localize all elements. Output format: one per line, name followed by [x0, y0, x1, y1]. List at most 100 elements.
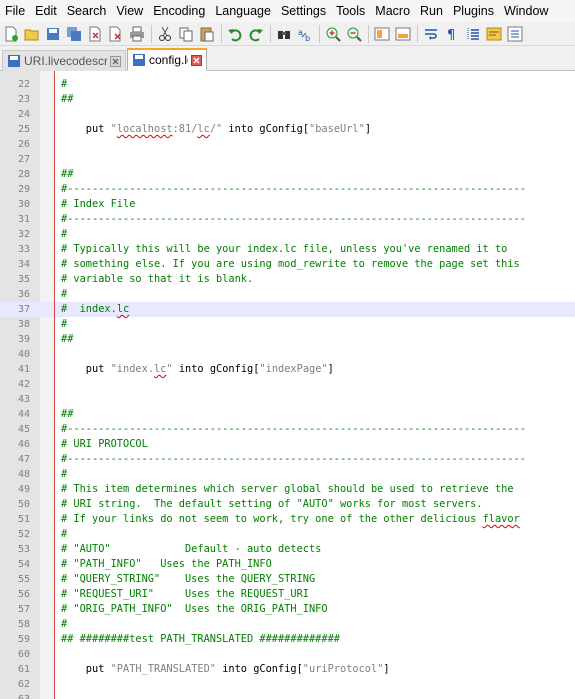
- code-line[interactable]: 22 #: [0, 77, 575, 92]
- code-line[interactable]: 52 #: [0, 527, 575, 542]
- close-tab-icon[interactable]: [110, 55, 121, 67]
- code-text: # Index File: [61, 197, 135, 212]
- menu-tools[interactable]: Tools: [331, 0, 370, 22]
- zoom-out-icon[interactable]: [345, 25, 363, 43]
- code-line[interactable]: 42: [0, 377, 575, 392]
- code-line[interactable]: 53 # "AUTO" Default - auto detects: [0, 542, 575, 557]
- replace-icon[interactable]: ab: [296, 25, 314, 43]
- indent-guide-icon[interactable]: [464, 25, 482, 43]
- menu-encoding[interactable]: Encoding: [148, 0, 210, 22]
- find-icon[interactable]: [275, 25, 293, 43]
- document-map-icon[interactable]: [485, 25, 503, 43]
- menu-window[interactable]: Window: [499, 0, 553, 22]
- menu-edit[interactable]: Edit: [30, 0, 62, 22]
- code-line[interactable]: 27: [0, 152, 575, 167]
- code-line[interactable]: 33 # Typically this will be your index.lc…: [0, 242, 575, 257]
- code-line[interactable]: 58 #: [0, 617, 575, 632]
- close-icon[interactable]: [86, 25, 104, 43]
- line-number: 36: [17, 289, 30, 300]
- code-line[interactable]: 29 #-------------------------------------…: [0, 182, 575, 197]
- code-line[interactable]: 47 #-------------------------------------…: [0, 452, 575, 467]
- code-token: #: [61, 288, 68, 300]
- menu-settings[interactable]: Settings: [276, 0, 331, 22]
- code-editor[interactable]: 22 #23 ## 24 25 put "localhost:81/lc/" into …: [0, 71, 575, 699]
- code-text: put "localhost:81/lc/" into gConfig["bas…: [61, 122, 371, 137]
- code-line[interactable]: 32 #: [0, 227, 575, 242]
- menu-search[interactable]: Search: [62, 0, 112, 22]
- code-token: # variable so that it is blank.: [61, 273, 254, 285]
- code-line[interactable]: 24: [0, 107, 575, 122]
- code-text: put "index.lc" into gConfig["indexPage"]: [61, 362, 334, 377]
- save-all-icon[interactable]: [65, 25, 83, 43]
- menu-view[interactable]: View: [111, 0, 148, 22]
- cut-icon[interactable]: [156, 25, 174, 43]
- paste-icon[interactable]: [198, 25, 216, 43]
- code-line[interactable]: 51 # If your links do not seem to work, t…: [0, 512, 575, 527]
- code-line[interactable]: 57 # "ORIG_PATH_INFO" Uses the ORIG_PATH_…: [0, 602, 575, 617]
- code-line[interactable]: 36 #: [0, 287, 575, 302]
- code-token: ##: [61, 333, 74, 345]
- code-text: # If your links do not seem to work, try…: [61, 512, 520, 527]
- tab-config-lc[interactable]: config.lc: [127, 48, 207, 71]
- code-line[interactable]: 41 put "index.lc" into gConfig["indexPag…: [0, 362, 575, 377]
- redo-icon[interactable]: [247, 25, 265, 43]
- code-line[interactable]: 26: [0, 137, 575, 152]
- code-line[interactable]: 34 # something else. If you are using mod…: [0, 257, 575, 272]
- code-line[interactable]: 61 put "PATH_TRANSLATED" into gConfig["u…: [0, 662, 575, 677]
- tab-uri-livecodescript[interactable]: URI.livecodescript: [2, 50, 126, 71]
- menu-run[interactable]: Run: [415, 0, 448, 22]
- code-line[interactable]: 30 # Index File: [0, 197, 575, 212]
- sync-vertical-icon[interactable]: [373, 25, 391, 43]
- line-number: 48: [17, 469, 30, 480]
- save-icon[interactable]: [44, 25, 62, 43]
- code-line[interactable]: 37 # index.lc: [0, 302, 575, 317]
- show-all-chars-icon[interactable]: ¶: [443, 25, 461, 43]
- undo-icon[interactable]: [226, 25, 244, 43]
- code-line[interactable]: 63: [0, 692, 575, 699]
- line-number: 40: [17, 349, 30, 360]
- menu-plugins[interactable]: Plugins: [448, 0, 499, 22]
- code-line[interactable]: 49 # This item determines which server gl…: [0, 482, 575, 497]
- toolbar-separator: [221, 24, 222, 43]
- menu-language[interactable]: Language: [210, 0, 276, 22]
- code-line[interactable]: 35 # variable so that it is blank.: [0, 272, 575, 287]
- function-list-icon[interactable]: [506, 25, 524, 43]
- copy-icon[interactable]: [177, 25, 195, 43]
- code-text: put "PATH_TRANSLATED" into gConfig["uriP…: [61, 662, 390, 677]
- code-line[interactable]: 40: [0, 347, 575, 362]
- code-line[interactable]: 50 # URI string. The default setting of "…: [0, 497, 575, 512]
- code-line[interactable]: 28 ##: [0, 167, 575, 182]
- code-line[interactable]: 48 #: [0, 467, 575, 482]
- code-line[interactable]: 62: [0, 677, 575, 692]
- menu-macro[interactable]: Macro: [370, 0, 415, 22]
- code-token: #: [61, 528, 68, 540]
- close-all-icon[interactable]: [107, 25, 125, 43]
- print-icon[interactable]: [128, 25, 146, 43]
- open-file-icon[interactable]: [23, 25, 41, 43]
- menu-file[interactable]: File: [0, 0, 30, 22]
- close-tab-icon[interactable]: [191, 54, 202, 66]
- code-token: #---------------------------------------…: [61, 213, 526, 225]
- code-text: #: [61, 317, 67, 332]
- code-line[interactable]: 60: [0, 647, 575, 662]
- toolbar-separator: [417, 24, 418, 43]
- code-line[interactable]: 43: [0, 392, 575, 407]
- code-line[interactable]: 38 #: [0, 317, 575, 332]
- word-wrap-icon[interactable]: [422, 25, 440, 43]
- new-file-icon[interactable]: [2, 25, 20, 43]
- code-line[interactable]: 44 ##: [0, 407, 575, 422]
- code-line[interactable]: 39 ##: [0, 332, 575, 347]
- code-line[interactable]: 56 # "REQUEST_URI" Uses the REQUEST_URI: [0, 587, 575, 602]
- toolbar-separator: [368, 24, 369, 43]
- code-line[interactable]: 46 # URI PROTOCOL: [0, 437, 575, 452]
- zoom-in-icon[interactable]: [324, 25, 342, 43]
- code-line[interactable]: 45 #-------------------------------------…: [0, 422, 575, 437]
- code-line[interactable]: 25 put "localhost:81/lc/" into gConfig["…: [0, 122, 575, 137]
- code-line[interactable]: 59 ## ########test PATH_TRANSLATED ######…: [0, 632, 575, 647]
- code-token: ]: [327, 363, 334, 375]
- code-line[interactable]: 54 # "PATH_INFO" Uses the PATH_INFO: [0, 557, 575, 572]
- code-line[interactable]: 23 ##: [0, 92, 575, 107]
- code-line[interactable]: 31 #-------------------------------------…: [0, 212, 575, 227]
- code-line[interactable]: 55 # "QUERY_STRING" Uses the QUERY_STRING: [0, 572, 575, 587]
- sync-horizontal-icon[interactable]: [394, 25, 412, 43]
